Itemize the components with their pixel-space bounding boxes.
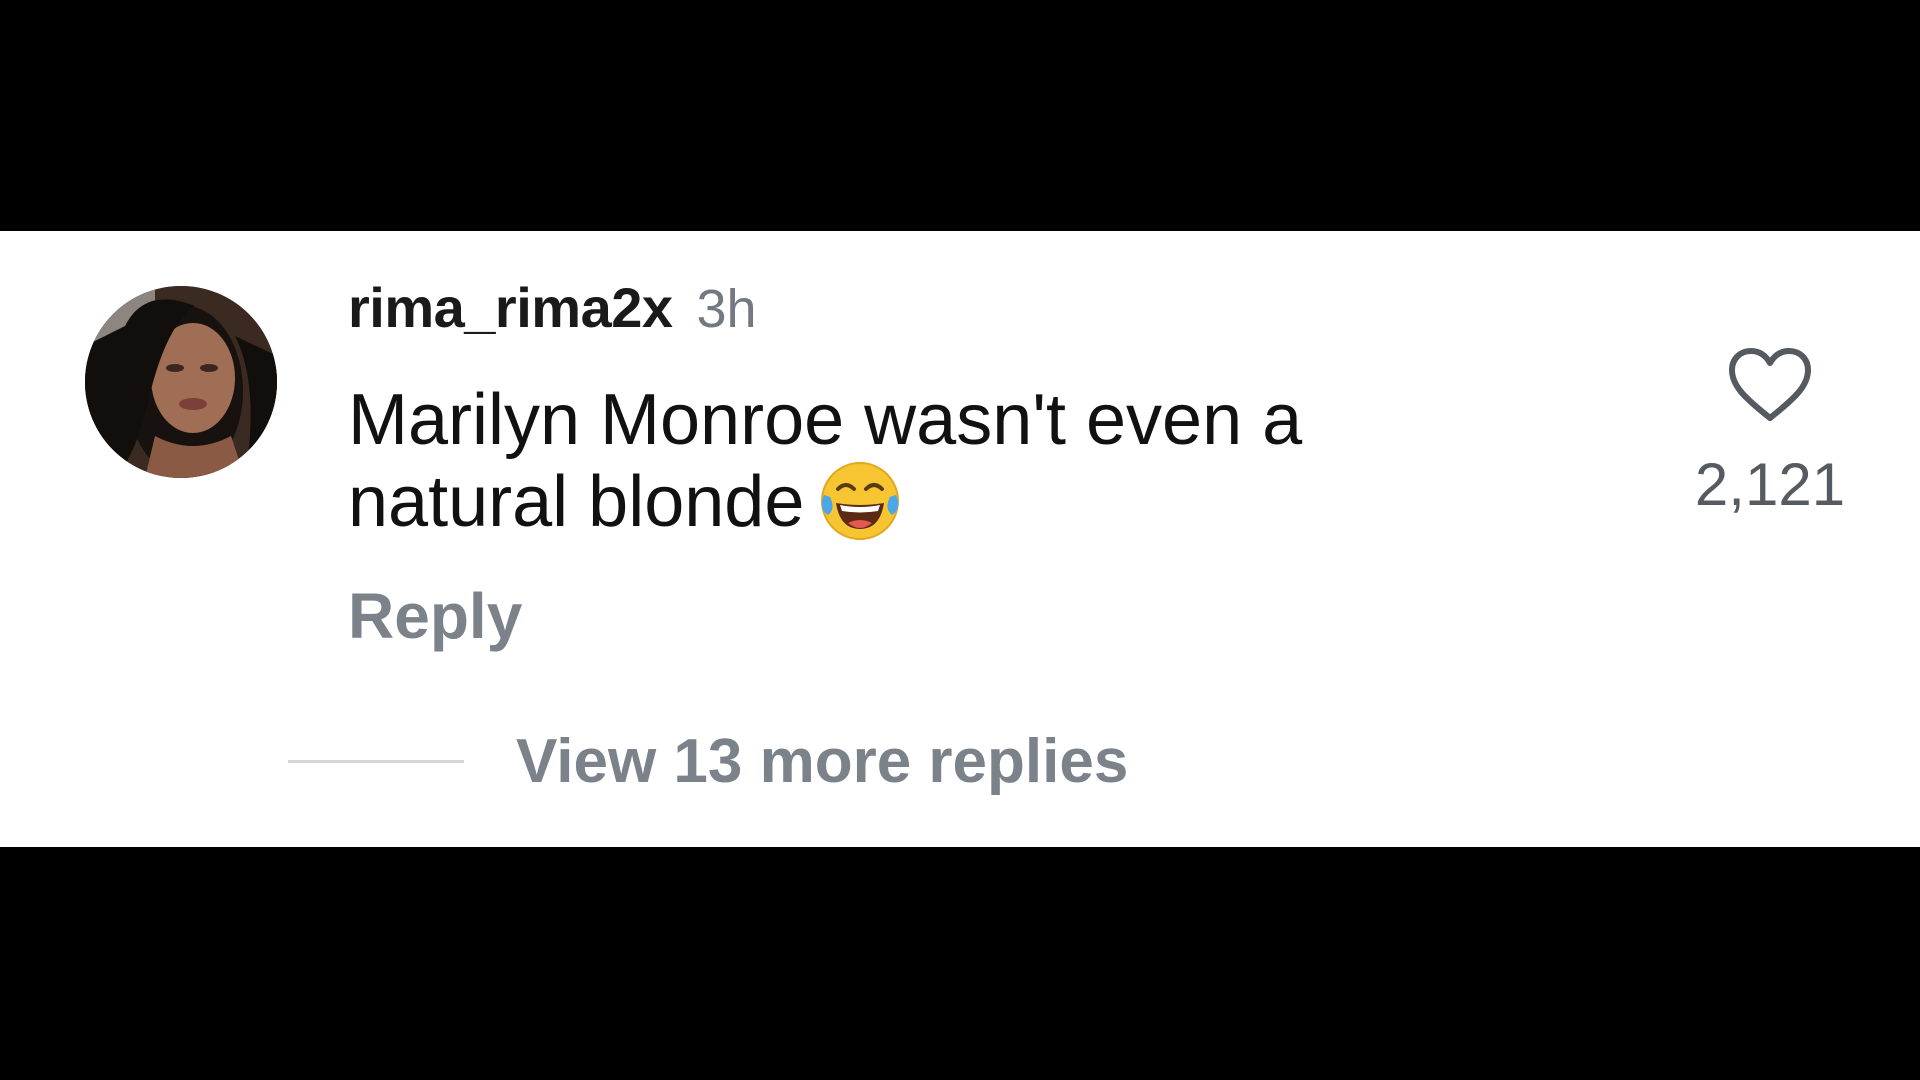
comment-text-line-2-wrapper: natural blonde <box>348 461 1548 551</box>
heart-outline-icon[interactable] <box>1727 346 1813 424</box>
like-area: 2,121 <box>1680 346 1860 519</box>
comment-text-line-2: natural blonde <box>348 462 805 542</box>
comment-body: Marilyn Monroe wasn't even a natural blo… <box>348 379 1548 551</box>
comment-card: rima_rima2x 3h Marilyn Monroe wasn't eve… <box>0 231 1920 847</box>
timestamp: 3h <box>696 279 757 339</box>
view-more-replies-button[interactable]: View 13 more replies <box>516 726 1128 797</box>
username[interactable]: rima_rima2x <box>348 275 673 340</box>
avatar[interactable] <box>85 286 277 478</box>
replies-divider <box>288 759 464 763</box>
letterbox-top <box>0 0 1920 231</box>
comment-text-line-1: Marilyn Monroe wasn't even a <box>348 380 1303 460</box>
reply-button[interactable]: Reply <box>348 579 522 653</box>
letterbox-bottom <box>0 847 1920 1080</box>
view-replies-row[interactable]: View 13 more replies <box>288 721 1128 801</box>
like-count: 2,121 <box>1694 451 1846 518</box>
comment-header: rima_rima2x 3h <box>348 275 757 351</box>
laughing-tears-emoji-icon <box>816 457 904 545</box>
